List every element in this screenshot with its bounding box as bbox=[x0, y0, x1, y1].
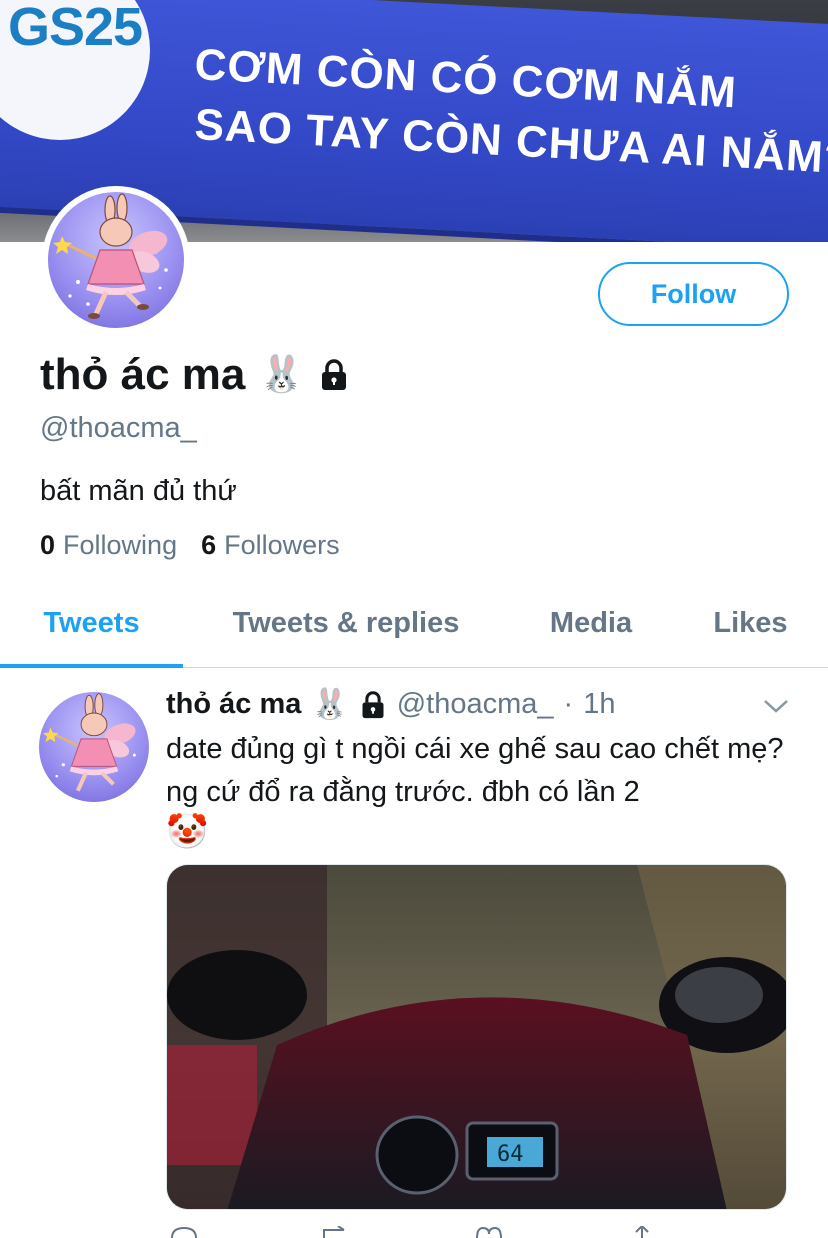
followers-label: Followers bbox=[224, 530, 340, 560]
tab-media[interactable]: Media bbox=[509, 580, 673, 667]
tweet-author-handle: @thoacma_ bbox=[396, 688, 554, 720]
following-label: Following bbox=[63, 530, 178, 560]
clown-emoji: 🤡 bbox=[166, 812, 209, 852]
tab-tweets-and-replies[interactable]: Tweets & replies bbox=[183, 580, 509, 667]
profile-display-name: thỏ ác ma 🐰 bbox=[40, 350, 350, 400]
rabbit-emoji: 🐰 bbox=[259, 354, 305, 395]
lock-icon bbox=[362, 690, 384, 718]
like-icon[interactable] bbox=[471, 1226, 507, 1238]
tweet-text: date đủng gì t ngồi cái xe ghế sau cao c… bbox=[166, 733, 784, 808]
share-icon[interactable] bbox=[624, 1226, 660, 1238]
profile-name-text: thỏ ác ma bbox=[40, 350, 246, 399]
tweet-timestamp[interactable]: 1h bbox=[583, 688, 615, 721]
tweet-author-name[interactable]: thỏ ác ma bbox=[166, 688, 301, 721]
following-count: 0 bbox=[40, 530, 56, 560]
tweet-header: thỏ ác ma 🐰 @thoacma_ · 1h bbox=[166, 688, 615, 721]
profile-stats: 0 Following 6 Followers bbox=[40, 530, 340, 561]
followers-count: 6 bbox=[201, 530, 217, 560]
tweet-author-avatar[interactable] bbox=[39, 692, 149, 802]
rabbit-emoji: 🐰 bbox=[311, 687, 349, 721]
following-stat[interactable]: 0 Following bbox=[40, 530, 177, 561]
profile-bio: bất mãn đủ thứ bbox=[40, 475, 237, 507]
followers-stat[interactable]: 6 Followers bbox=[201, 530, 340, 561]
banner-logo: GS25 bbox=[8, 0, 143, 57]
tweet-media-image[interactable]: 64 bbox=[166, 864, 787, 1210]
reply-icon[interactable] bbox=[166, 1226, 202, 1238]
profile-tabs: Tweets Tweets & replies Media Likes bbox=[0, 580, 828, 668]
bunny-fairy-illustration bbox=[43, 693, 136, 792]
tweet-separator: · bbox=[563, 688, 574, 720]
speedometer-readout: 64 bbox=[497, 1142, 524, 1167]
tab-tweets[interactable]: Tweets bbox=[0, 580, 183, 668]
follow-button[interactable]: Follow bbox=[598, 262, 789, 326]
motorcycle-photo: 64 bbox=[167, 865, 786, 1209]
tweet-actions bbox=[166, 1226, 787, 1238]
tab-likes[interactable]: Likes bbox=[673, 580, 828, 667]
profile-avatar[interactable] bbox=[42, 186, 190, 334]
lock-icon bbox=[322, 359, 347, 390]
chevron-down-icon[interactable] bbox=[762, 696, 790, 716]
profile-handle: @thoacma_ bbox=[40, 412, 197, 444]
bunny-fairy-illustration bbox=[53, 193, 168, 319]
retweet-icon[interactable] bbox=[316, 1226, 352, 1238]
